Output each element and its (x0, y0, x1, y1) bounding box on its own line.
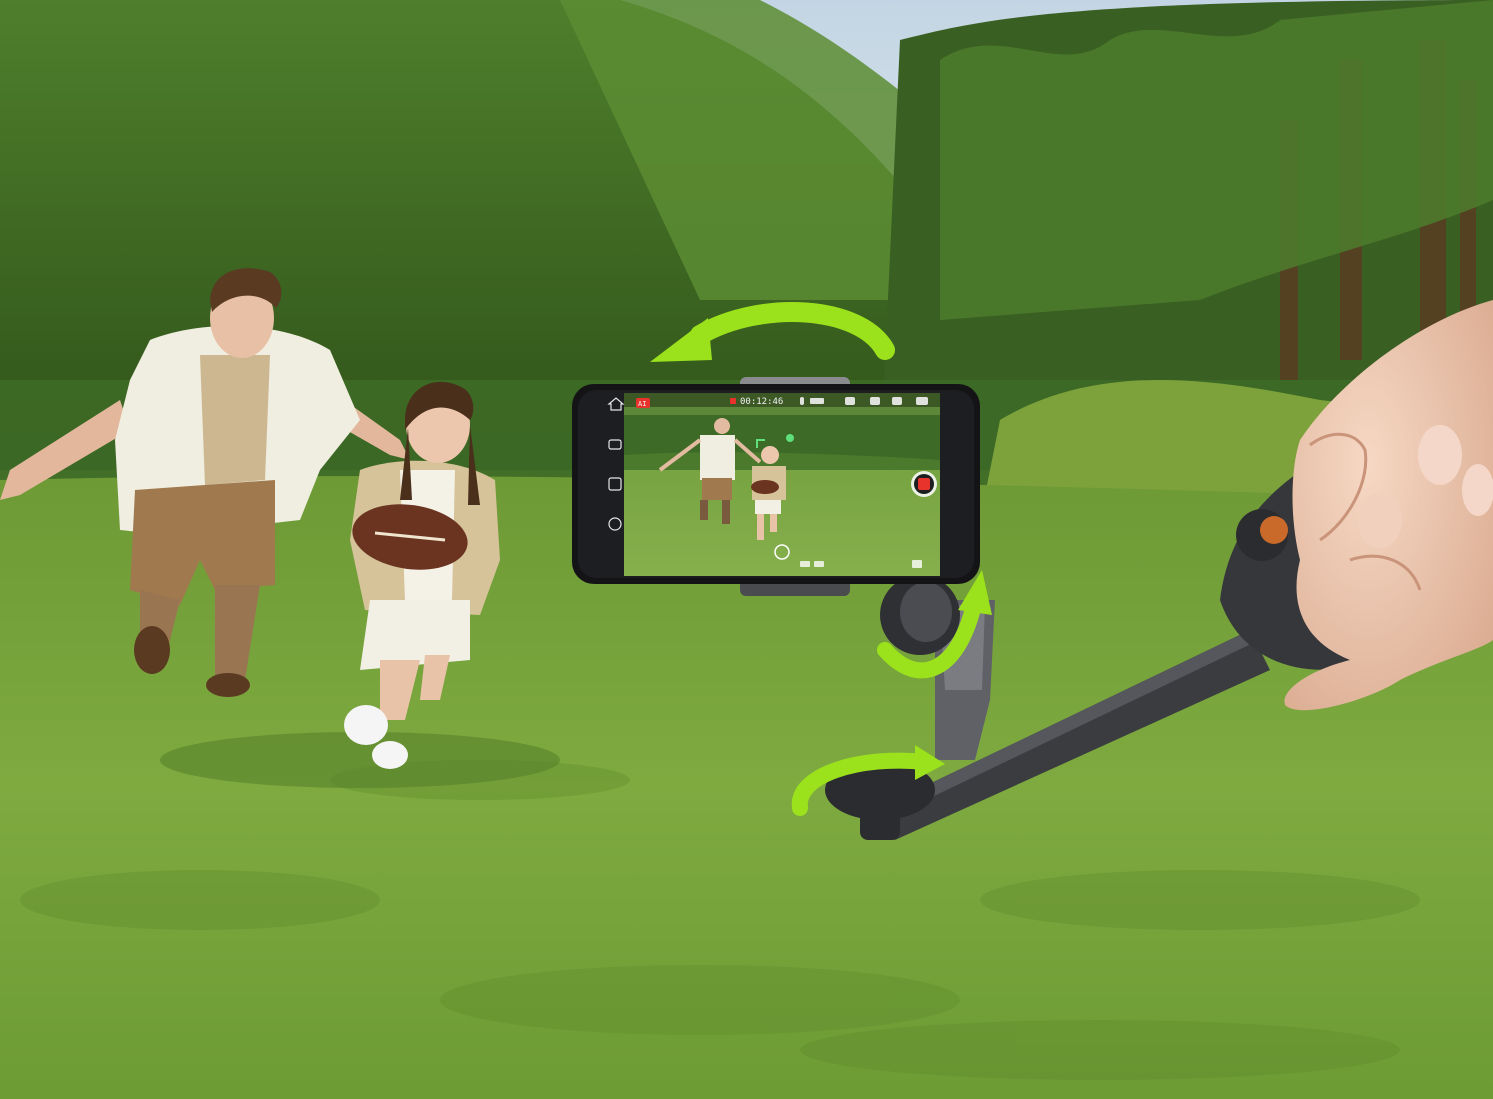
camera-status-bar: 00:12:46 (624, 393, 940, 407)
record-timer: 00:12:46 (740, 397, 783, 407)
record-button-icon[interactable] (911, 471, 937, 497)
mode-tab[interactable] (912, 560, 922, 568)
phone-camera-preview (624, 393, 940, 576)
mode-tab[interactable] (800, 561, 810, 567)
mode-tab[interactable] (814, 561, 824, 567)
girl-skirt (360, 600, 470, 670)
more-icon[interactable] (916, 397, 928, 405)
record-indicator-icon (730, 398, 736, 404)
gesture-icon[interactable] (870, 397, 880, 405)
settings-icon[interactable] (845, 397, 855, 405)
battery-icon (810, 398, 824, 404)
tracking-dot (786, 434, 794, 442)
gimbal-photo-scene: 00:12:46 AI (0, 0, 1493, 1099)
gimbal-mode-icon[interactable] (892, 397, 902, 405)
mic-icon (800, 397, 804, 405)
mode-badge-label: AI (638, 400, 646, 408)
smartphone: 00:12:46 AI (572, 384, 980, 584)
